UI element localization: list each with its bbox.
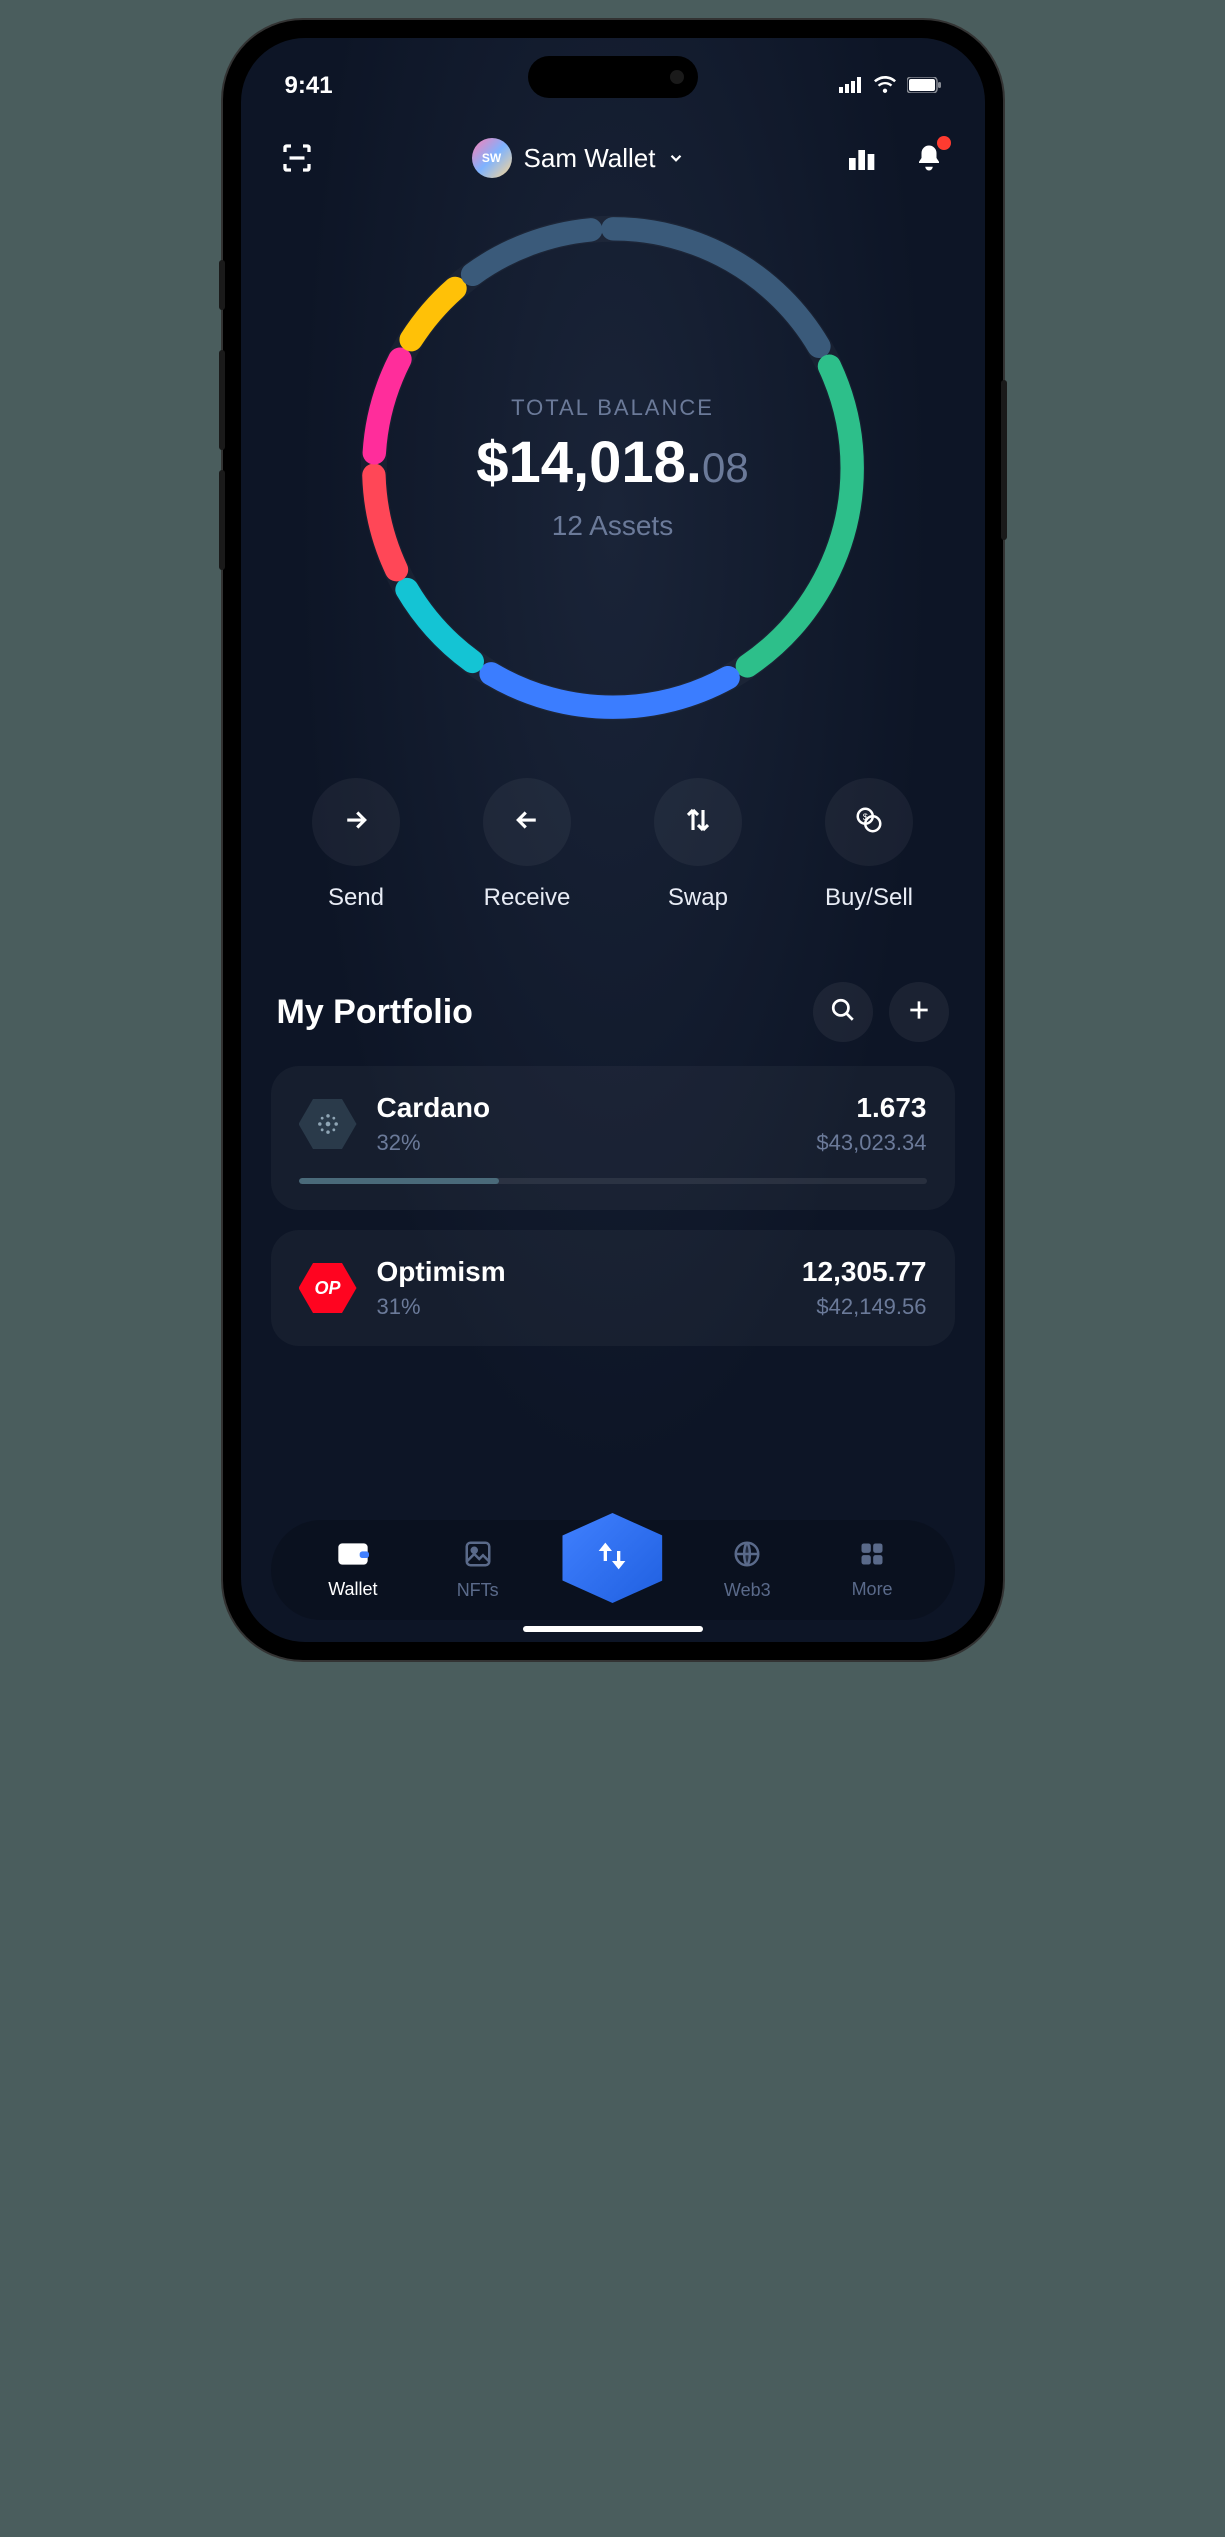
notifications-button[interactable] bbox=[909, 138, 949, 178]
send-button[interactable]: Send bbox=[312, 778, 400, 912]
nav-nfts[interactable]: NFTs bbox=[438, 1539, 518, 1601]
side-button bbox=[219, 260, 225, 310]
nav-label: Web3 bbox=[724, 1580, 771, 1601]
wallet-icon bbox=[337, 1540, 369, 1573]
balance-amount: $14,018.08 bbox=[476, 429, 749, 496]
search-button[interactable] bbox=[813, 982, 873, 1042]
nav-center-action[interactable] bbox=[562, 1513, 662, 1603]
asset-pct: 31% bbox=[377, 1294, 782, 1320]
svg-text:$: $ bbox=[863, 812, 868, 822]
stats-button[interactable] bbox=[841, 138, 881, 178]
asset-amount: 1.673 bbox=[816, 1092, 926, 1124]
nav-web3[interactable]: Web3 bbox=[707, 1539, 787, 1601]
swap-icon bbox=[683, 805, 713, 840]
balance-whole: 14,018. bbox=[509, 430, 703, 495]
phone-frame: 9:41 SW Sam Wallet bbox=[223, 20, 1003, 1660]
transfer-icon bbox=[592, 1536, 632, 1581]
asset-card[interactable]: OP Optimism 31% 12,305.77 $42,149.56 bbox=[271, 1230, 955, 1346]
asset-icon: OP bbox=[299, 1259, 357, 1317]
scan-button[interactable] bbox=[277, 138, 317, 178]
notification-dot-icon bbox=[937, 136, 951, 150]
portfolio-title: My Portfolio bbox=[277, 993, 473, 1032]
action-label: Receive bbox=[484, 884, 571, 912]
nav-more[interactable]: More bbox=[832, 1540, 912, 1600]
asset-progress bbox=[299, 1178, 927, 1184]
add-button[interactable] bbox=[889, 982, 949, 1042]
volume-down-button bbox=[219, 470, 225, 570]
assets-count: 12 Assets bbox=[552, 510, 673, 542]
asset-pct: 32% bbox=[377, 1130, 797, 1156]
action-row: Send Receive Swap $ Buy/Sell bbox=[241, 748, 985, 952]
wallet-name: Sam Wallet bbox=[524, 143, 656, 174]
status-time: 9:41 bbox=[285, 72, 333, 100]
volume-up-button bbox=[219, 350, 225, 450]
asset-fiat: $43,023.34 bbox=[816, 1130, 926, 1156]
wifi-icon bbox=[873, 72, 897, 100]
avatar-initials: SW bbox=[482, 151, 501, 165]
image-icon bbox=[463, 1539, 493, 1574]
nav-label: Wallet bbox=[328, 1579, 377, 1600]
arrow-left-icon bbox=[512, 805, 542, 840]
balance-cents: 08 bbox=[702, 444, 749, 491]
chevron-down-icon bbox=[667, 143, 685, 174]
home-indicator[interactable] bbox=[523, 1626, 703, 1632]
receive-button[interactable]: Receive bbox=[483, 778, 571, 912]
action-label: Send bbox=[328, 884, 384, 912]
battery-icon bbox=[907, 72, 941, 100]
dynamic-island bbox=[528, 56, 698, 98]
globe-icon bbox=[732, 1539, 762, 1574]
asset-card[interactable]: Cardano 32% 1.673 $43,023.34 bbox=[271, 1066, 955, 1210]
signal-icon bbox=[839, 72, 863, 100]
buy-sell-button[interactable]: $ Buy/Sell bbox=[825, 778, 913, 912]
search-icon bbox=[830, 997, 856, 1028]
plus-icon bbox=[906, 997, 932, 1028]
asset-list: Cardano 32% 1.673 $43,023.34 OP Optimism… bbox=[241, 1066, 985, 1346]
balance-label: TOTAL BALANCE bbox=[511, 395, 714, 421]
app-header: SW Sam Wallet bbox=[241, 108, 985, 198]
action-label: Buy/Sell bbox=[825, 884, 913, 912]
portfolio-header: My Portfolio bbox=[241, 952, 985, 1066]
bottom-nav: Wallet NFTs Web3 More bbox=[271, 1520, 955, 1620]
nav-label: NFTs bbox=[457, 1580, 499, 1601]
screen: 9:41 SW Sam Wallet bbox=[241, 38, 985, 1642]
balance-ring-chart[interactable]: TOTAL BALANCE $14,018.08 12 Assets bbox=[353, 208, 873, 728]
avatar: SW bbox=[472, 138, 512, 178]
arrow-right-icon bbox=[341, 805, 371, 840]
asset-amount: 12,305.77 bbox=[802, 1256, 927, 1288]
power-button bbox=[1001, 380, 1007, 540]
asset-name: Cardano bbox=[377, 1092, 797, 1124]
nav-wallet[interactable]: Wallet bbox=[313, 1540, 393, 1600]
grid-icon bbox=[858, 1540, 886, 1573]
swap-button[interactable]: Swap bbox=[654, 778, 742, 912]
nav-label: More bbox=[852, 1579, 893, 1600]
asset-icon bbox=[299, 1095, 357, 1153]
balance-currency: $ bbox=[476, 430, 508, 495]
status-indicators bbox=[839, 72, 941, 100]
asset-name: Optimism bbox=[377, 1256, 782, 1288]
asset-fiat: $42,149.56 bbox=[802, 1294, 927, 1320]
coins-icon: $ bbox=[854, 805, 884, 840]
wallet-selector[interactable]: SW Sam Wallet bbox=[472, 138, 686, 178]
action-label: Swap bbox=[668, 884, 728, 912]
